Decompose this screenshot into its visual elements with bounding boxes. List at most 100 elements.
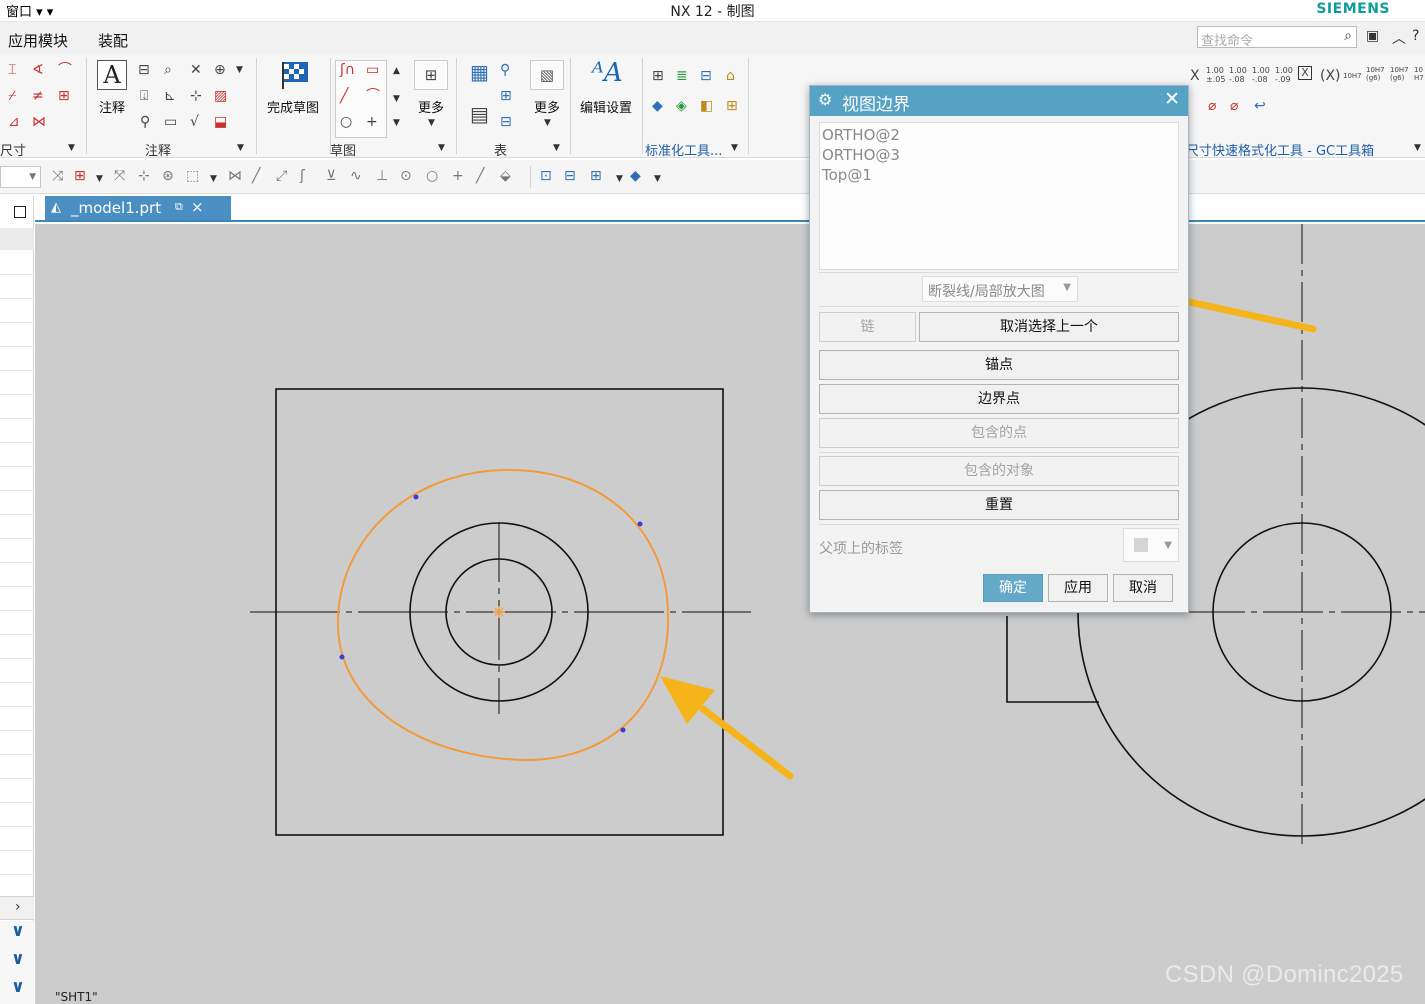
finish-sketch-label[interactable]: 完成草图 [267, 97, 319, 116]
ordinate-dimension-icon[interactable]: ⊞ [58, 88, 70, 104]
gc-fit-2-icon[interactable]: 10H7 (g6) [1366, 66, 1385, 82]
gear-icon[interactable]: ⚙ [818, 90, 832, 109]
contained-objects-button[interactable]: 包含的对象 [819, 456, 1179, 486]
chevron-down-icon[interactable]: ▼ [68, 143, 75, 153]
cross-icon[interactable]: ✕ [190, 62, 202, 78]
close-icon[interactable]: × [191, 198, 204, 216]
boundary-point-marker[interactable] [339, 654, 345, 660]
target-point-icon[interactable]: ⊕ [214, 62, 226, 78]
list-item[interactable]: ORTHO@2 [822, 126, 900, 144]
reset-button[interactable]: 重置 [819, 490, 1179, 520]
std-tool-4-icon[interactable]: ⌂ [726, 68, 735, 84]
gc-tolerance-2-icon[interactable]: 1.00 -.08 [1229, 66, 1247, 84]
cancel-button[interactable]: 取消 [1113, 574, 1173, 602]
snap-3-icon[interactable]: ⊹ [138, 168, 150, 184]
chevron-down-icon[interactable]: ▼ [96, 174, 103, 184]
gc-fit-1-icon[interactable]: 10H7 [1343, 68, 1362, 84]
snap-center-icon[interactable]: ⊙ [400, 168, 412, 184]
feature-control-frame-icon[interactable]: ⊟ [138, 62, 150, 78]
chevron-down-icon[interactable]: ▼ [393, 94, 400, 104]
gc-tolerance-4-icon[interactable]: 1.00 -.09 [1275, 66, 1293, 84]
command-search-input[interactable]: 查找命令 ⌕ [1197, 26, 1357, 49]
snap-tangent-icon[interactable]: ⊥ [376, 168, 388, 184]
gc-fit-3-icon[interactable]: 10H7 (g6) [1390, 66, 1409, 82]
area-fill-icon[interactable]: ⬓ [214, 114, 227, 130]
list-item[interactable]: Top@1 [822, 166, 872, 184]
chamfer-dimension-icon[interactable]: ⌿ [8, 88, 16, 104]
rectangle-icon[interactable]: ▭ [366, 62, 379, 78]
angular-dimension-icon[interactable]: ∢ [32, 62, 44, 78]
window-restore-icon[interactable]: ▣ [1366, 28, 1379, 44]
line-icon[interactable]: ╱ [340, 88, 348, 104]
gc-tolerance-3-icon[interactable]: 1.00 -.08 [1252, 66, 1270, 84]
select-filter-icon[interactable]: ⊞ [74, 168, 86, 184]
auto-balloon-icon[interactable]: ⊟ [500, 114, 512, 130]
std-tool-7-icon[interactable]: ◧ [700, 98, 713, 114]
std-tool-1-icon[interactable]: ⊞ [652, 68, 664, 84]
checker-flag-icon[interactable] [280, 60, 310, 90]
menu-assembly[interactable]: 装配 [98, 30, 128, 51]
profile-icon[interactable]: ʃ∩ [340, 62, 355, 78]
datum-target-icon[interactable]: ⍗ [140, 88, 148, 104]
tab-model1[interactable]: ◭ _model1.prt ⧉ × [45, 196, 231, 220]
circle-icon[interactable]: ○ [340, 114, 352, 130]
chevron-down-icon[interactable]: ▼ [616, 174, 623, 184]
chevron-down-icon[interactable]: ▼ [654, 174, 661, 184]
render-style-icon[interactable]: ◆ [630, 168, 641, 184]
image-icon[interactable]: ▭ [164, 114, 177, 130]
chain-button[interactable]: 链 [819, 312, 916, 342]
point-icon[interactable]: + [366, 114, 378, 130]
label-on-parent-dropdown[interactable]: ▼ [1123, 528, 1179, 562]
contained-points-button[interactable]: 包含的点 [819, 418, 1179, 448]
anchor-point-icon[interactable] [493, 606, 505, 618]
drawing-canvas[interactable]: "SHT1" CSDN @Dominc2025 [35, 224, 1425, 1004]
snap-quadrant-icon[interactable]: ○ [426, 168, 438, 184]
anchor-point-button[interactable]: 锚点 [819, 350, 1179, 380]
std-tool-8-icon[interactable]: ⊞ [726, 98, 738, 114]
boundary-point-marker[interactable] [637, 521, 643, 527]
gallery-expand-icon[interactable]: ▼ [393, 118, 400, 128]
snap-midpoint-icon[interactable]: ⤢ [276, 168, 287, 184]
chevron-right-icon[interactable]: › [15, 899, 21, 915]
weld-symbol-icon[interactable]: √ [190, 114, 199, 130]
boundary-type-dropdown[interactable]: 断裂线/局部放大图 ▼ [922, 276, 1078, 302]
panel-horizontal-scrollbar[interactable]: › [0, 896, 34, 920]
gc-tool-10-icon[interactable]: ⌀ [1230, 98, 1238, 114]
balloon-icon[interactable]: ⚲ [140, 114, 150, 130]
snap-on-curve-icon[interactable]: ╱ [476, 168, 484, 184]
boundary-point-marker[interactable] [413, 494, 419, 500]
box-select-icon[interactable]: ⬚ [186, 168, 199, 184]
gc-tool-11-icon[interactable]: ↩ [1254, 98, 1266, 114]
table-icon[interactable]: ▤ [470, 104, 489, 124]
crosshatch-icon[interactable]: ▨ [214, 88, 227, 104]
boundary-spline[interactable] [336, 468, 670, 762]
arc-icon[interactable]: ⌒ [366, 88, 380, 104]
snap-intersection-icon[interactable]: ⊻ [326, 168, 336, 184]
surface-finish-icon[interactable]: ⊾ [164, 88, 176, 104]
perimeter-dimension-icon[interactable]: ⋈ [32, 114, 46, 130]
chevron-down-icon[interactable]: ▼ [544, 118, 551, 128]
datum-feature-icon[interactable]: ⌕ [164, 62, 172, 78]
gc-fit-4-icon[interactable]: 10 H7 [1414, 66, 1424, 82]
tabular-note-icon[interactable]: ▦ [470, 62, 489, 82]
dialog-title-bar[interactable]: ⚙ 视图边界 ✕ [810, 86, 1188, 116]
view-fit-icon[interactable]: ⊡ [540, 168, 552, 184]
std-tool-6-icon[interactable]: ◈ [676, 98, 687, 114]
menu-application-modules[interactable]: 应用模块 [8, 30, 68, 51]
snap-pole-icon[interactable]: ⬙ [500, 168, 511, 184]
chevron-down-icon[interactable]: ▼ [731, 143, 738, 153]
chevron-down-icon[interactable]: ∨ [11, 977, 25, 997]
list-item[interactable]: ORTHO@3 [822, 146, 900, 164]
edit-settings-icon[interactable]: ᴬA [592, 58, 623, 88]
help-icon[interactable]: ? [1412, 28, 1419, 44]
view-layout-icon[interactable]: ⊞ [590, 168, 602, 184]
snap-curve-icon[interactable]: ∿ [350, 168, 362, 184]
ribbon-collapse-icon[interactable]: ︿ [1392, 28, 1406, 48]
snap-2-icon[interactable]: ⤧ [114, 168, 125, 184]
chevron-down-icon[interactable]: ▼ [428, 118, 435, 128]
snap-endpoint-icon[interactable]: ⋈ [228, 168, 242, 184]
std-tool-3-icon[interactable]: ⊟ [700, 68, 712, 84]
chevron-down-icon[interactable]: ▼ [236, 65, 243, 75]
chevron-down-icon[interactable]: ∨ [11, 921, 25, 941]
snap-point-icon[interactable]: + [452, 168, 464, 184]
